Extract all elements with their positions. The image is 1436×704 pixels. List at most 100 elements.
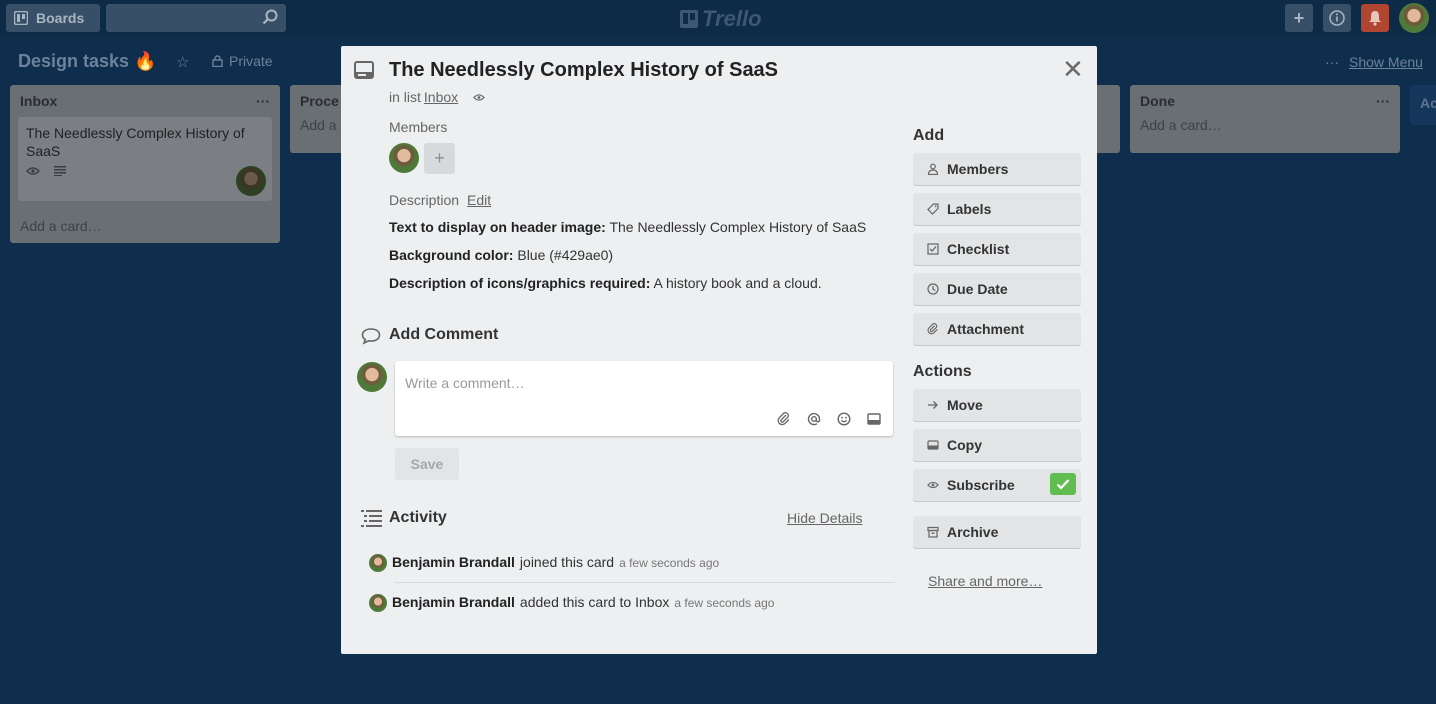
attachment-icon[interactable]	[777, 412, 791, 426]
tag-icon	[927, 203, 939, 215]
copy-button-label: Copy	[947, 437, 982, 453]
checkbox-icon	[927, 243, 939, 255]
subscribe-button[interactable]: Subscribe	[913, 469, 1081, 501]
search-icon	[262, 9, 278, 25]
activity-time[interactable]: a few seconds ago	[674, 596, 774, 610]
description-line: Text to display on header image: The Nee…	[389, 219, 866, 235]
card-title[interactable]: The Needlessly Complex History of SaaS	[389, 59, 778, 82]
checklist-button[interactable]: Checklist	[913, 233, 1081, 265]
activity-action: added this card to Inbox	[519, 594, 670, 610]
description-value: The Needlessly Complex History of SaaS	[609, 219, 867, 235]
user-avatar[interactable]	[1399, 3, 1429, 33]
activity-item: Benjamin Brandall added this card to Inb…	[369, 594, 774, 612]
emoji-icon[interactable]	[837, 412, 851, 426]
card-member-avatar[interactable]	[236, 166, 266, 196]
due-date-button-label: Due Date	[947, 281, 1008, 297]
description-label: Description	[389, 192, 460, 208]
boards-label: Boards	[36, 10, 85, 26]
subscribed-check-icon	[1050, 473, 1076, 495]
close-icon[interactable]: ✕	[1062, 56, 1084, 82]
edit-description-link[interactable]: Edit	[467, 192, 491, 208]
save-comment-button[interactable]: Save	[395, 448, 459, 480]
hide-details-link[interactable]: Hide Details	[787, 510, 862, 526]
comment-input[interactable]	[395, 361, 893, 405]
show-menu[interactable]: ··· Show Menu	[1325, 54, 1423, 70]
logo-text: Trello	[702, 6, 762, 31]
add-list-label: Ac	[1420, 95, 1436, 111]
description-line: Description of icons/graphics required: …	[389, 275, 822, 291]
list-header: Inbox ···	[10, 85, 280, 117]
boards-button[interactable]: Boards	[6, 4, 100, 32]
share-and-more-link[interactable]: Share and more…	[928, 573, 1042, 589]
add-list-partial[interactable]: Ac	[1410, 85, 1436, 125]
description-icon	[54, 166, 66, 176]
bell-icon	[1369, 11, 1381, 26]
attachment-button[interactable]: Attachment	[913, 313, 1081, 345]
person-icon	[927, 163, 939, 175]
eye-icon	[473, 93, 486, 101]
subscribe-button-label: Subscribe	[947, 477, 1015, 493]
activity-user[interactable]: Benjamin Brandall	[392, 554, 515, 570]
copy-button[interactable]: Copy	[913, 429, 1081, 461]
archive-button[interactable]: Archive	[913, 516, 1081, 548]
member-avatar[interactable]	[389, 143, 419, 173]
board-title-text: Design tasks 🔥	[18, 51, 157, 71]
add-member-button[interactable]: +	[424, 143, 455, 174]
visibility-button[interactable]: Private	[212, 53, 273, 69]
activity-user[interactable]: Benjamin Brandall	[392, 594, 515, 610]
list-menu-icon[interactable]: ···	[256, 93, 270, 109]
add-comment-title: Add Comment	[389, 326, 499, 343]
create-button[interactable]: +	[1285, 4, 1313, 32]
mention-icon[interactable]	[807, 412, 821, 426]
due-date-button[interactable]: Due Date	[913, 273, 1081, 305]
notifications-button[interactable]	[1361, 4, 1389, 32]
visibility-label: Private	[229, 53, 273, 69]
actions-section-title: Actions	[913, 363, 972, 380]
list-done: Done ··· Add a card…	[1130, 85, 1400, 153]
list-title[interactable]: Proce	[300, 93, 339, 109]
info-button[interactable]	[1323, 4, 1351, 32]
top-bar: Boards Trello +	[0, 0, 1436, 36]
trello-logo-icon	[680, 10, 698, 28]
move-button[interactable]: Move	[913, 389, 1081, 421]
list-title[interactable]: Done	[1140, 93, 1175, 109]
card-badges	[26, 166, 264, 176]
activity-time[interactable]: a few seconds ago	[619, 556, 719, 570]
activity-avatar[interactable]	[369, 594, 387, 612]
labels-button[interactable]: Labels	[913, 193, 1081, 225]
commenter-avatar	[357, 362, 387, 392]
labels-button-label: Labels	[947, 201, 992, 217]
menu-ellipsis-icon: ···	[1325, 54, 1339, 70]
card-link-icon[interactable]	[867, 412, 881, 426]
star-icon[interactable]: ☆	[176, 53, 189, 71]
in-list-prefix: in list	[389, 89, 421, 105]
checklist-button-label: Checklist	[947, 241, 1010, 257]
copy-card-icon	[927, 440, 939, 450]
list-menu-icon[interactable]: ···	[1376, 93, 1390, 109]
list-name-link[interactable]: Inbox	[424, 89, 458, 105]
list-header: Done ···	[1130, 85, 1400, 117]
board-title[interactable]: Design tasks 🔥	[18, 51, 156, 72]
add-card-link[interactable]: Add a card…	[10, 218, 280, 234]
search-field[interactable]	[106, 4, 286, 32]
move-button-label: Move	[947, 397, 983, 413]
description-value: A history book and a cloud.	[653, 275, 822, 291]
activity-avatar[interactable]	[369, 554, 387, 572]
info-icon	[1329, 10, 1345, 26]
comment-icon	[361, 328, 381, 345]
card-detail-modal: ✕ The Needlessly Complex History of SaaS…	[341, 46, 1097, 654]
description-line: Background color: Blue (#429ae0)	[389, 247, 613, 263]
trello-logo[interactable]: Trello	[680, 6, 762, 32]
activity-action: joined this card	[519, 554, 615, 570]
add-card-link[interactable]: Add a card…	[1130, 117, 1400, 133]
members-button[interactable]: Members	[913, 153, 1081, 185]
add-section-title: Add	[913, 127, 945, 144]
archive-button-label: Archive	[947, 524, 999, 540]
list-title[interactable]: Inbox	[20, 93, 57, 109]
in-list-info: in list Inbox	[389, 89, 486, 105]
boards-icon	[14, 11, 28, 25]
description-key: Text to display on header image:	[389, 219, 606, 235]
card-saas-history[interactable]: The Needlessly Complex History of SaaS	[18, 117, 272, 201]
description-header: Description Edit	[389, 192, 491, 208]
show-menu-link[interactable]: Show Menu	[1349, 54, 1423, 70]
